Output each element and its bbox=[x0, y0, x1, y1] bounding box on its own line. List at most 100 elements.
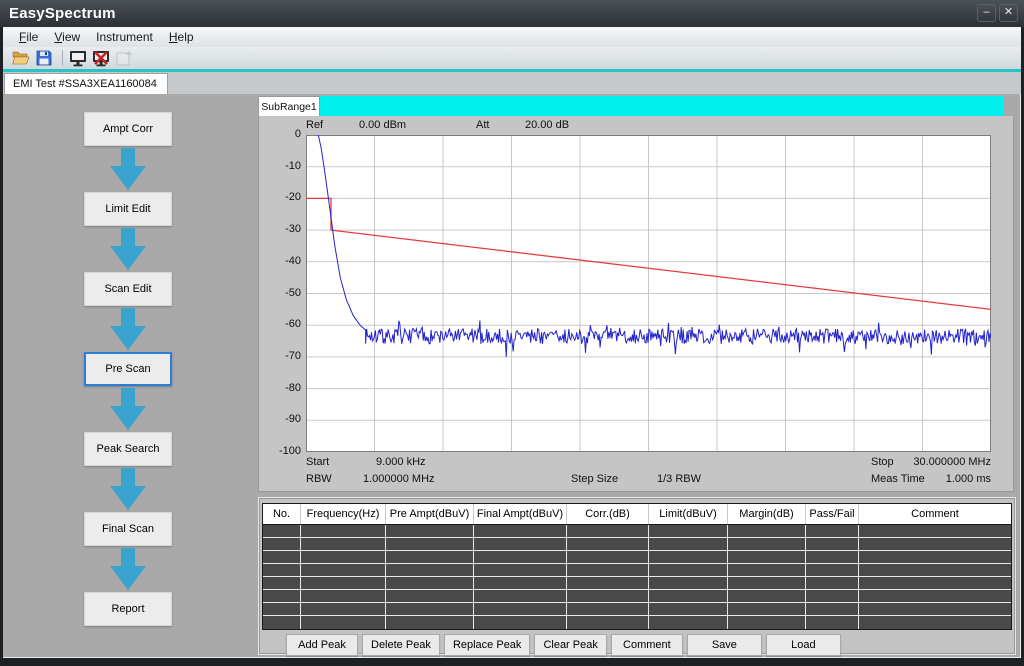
table-cell bbox=[474, 590, 567, 602]
delete-peak-button[interactable]: Delete Peak bbox=[362, 634, 440, 656]
y-tick-label: 0 bbox=[259, 128, 301, 140]
title-bar: EasySpectrum – ✕ bbox=[0, 0, 1024, 27]
table-cell bbox=[263, 603, 301, 615]
table-cell bbox=[649, 551, 728, 563]
column-header: Limit(dBuV) bbox=[649, 504, 728, 524]
connect-instrument-icon[interactable] bbox=[68, 49, 88, 68]
table-cell bbox=[567, 564, 649, 576]
table-cell bbox=[728, 577, 806, 589]
table-cell bbox=[728, 603, 806, 615]
step-button-peak-search[interactable]: Peak Search bbox=[84, 432, 172, 466]
table-cell bbox=[263, 551, 301, 563]
table-cell bbox=[859, 525, 1011, 537]
table-cell bbox=[567, 551, 649, 563]
table-cell bbox=[859, 603, 1011, 615]
workflow-sidebar: Ampt Corr Limit Edit Scan Edit Pre Scan Peak… bbox=[3, 94, 253, 658]
table-cell bbox=[806, 525, 859, 537]
tab-emi-test[interactable]: EMI Test #SSA3XEA1160084 bbox=[4, 73, 168, 94]
close-button[interactable]: ✕ bbox=[999, 4, 1018, 22]
table-row[interactable] bbox=[263, 525, 1011, 538]
down-arrow-icon bbox=[110, 306, 146, 352]
rbw-label: RBW bbox=[306, 473, 332, 485]
table-cell bbox=[859, 564, 1011, 576]
table-cell bbox=[474, 538, 567, 550]
down-arrow-icon bbox=[110, 226, 146, 272]
table-cell bbox=[567, 525, 649, 537]
replace-peak-button[interactable]: Replace Peak bbox=[444, 634, 531, 656]
start-value: 9.000 kHz bbox=[376, 456, 426, 468]
comment-button[interactable]: Comment bbox=[611, 634, 683, 656]
add-peak-button[interactable]: Add Peak bbox=[286, 634, 358, 656]
table-cell bbox=[806, 616, 859, 629]
table-row[interactable] bbox=[263, 603, 1011, 616]
meas-time-value: 1.000 ms bbox=[946, 473, 991, 485]
table-row[interactable] bbox=[263, 538, 1011, 551]
ref-value: 0.00 dBm bbox=[359, 119, 406, 131]
new-test-icon[interactable] bbox=[114, 49, 134, 68]
column-header: Final Ampt(dBuV) bbox=[474, 504, 567, 524]
menu-bar: File View Instrument Help bbox=[3, 27, 1021, 47]
app-window: EasySpectrum – ✕ File View Instrument He… bbox=[0, 0, 1024, 666]
table-cell bbox=[859, 590, 1011, 602]
step-button-scan-edit[interactable]: Scan Edit bbox=[84, 272, 172, 306]
table-row[interactable] bbox=[263, 564, 1011, 577]
column-header: No. bbox=[263, 504, 301, 524]
table-cell bbox=[728, 590, 806, 602]
spectrum-chart-panel: Ref 0.00 dBm Att 20.00 dB 0-10-20-30-40-… bbox=[258, 116, 1014, 492]
open-file-icon[interactable] bbox=[11, 49, 31, 68]
down-arrow-icon bbox=[110, 546, 146, 592]
att-label: Att bbox=[476, 119, 489, 131]
table-row[interactable] bbox=[263, 551, 1011, 564]
step-size-label: Step Size bbox=[571, 473, 618, 485]
table-cell bbox=[567, 577, 649, 589]
peak-button-bar: Add Peak Delete Peak Replace Peak Clear … bbox=[286, 634, 841, 656]
peak-table-header: No.Frequency(Hz)Pre Ampt(dBuV)Final Ampt… bbox=[263, 504, 1011, 525]
table-cell bbox=[474, 525, 567, 537]
save-button[interactable]: Save bbox=[687, 634, 762, 656]
table-cell bbox=[263, 538, 301, 550]
table-cell bbox=[649, 564, 728, 576]
table-cell bbox=[474, 551, 567, 563]
disconnect-instrument-icon[interactable] bbox=[91, 49, 111, 68]
table-cell bbox=[301, 577, 386, 589]
step-button-pre-scan[interactable]: Pre Scan bbox=[84, 352, 172, 386]
step-button-final-scan[interactable]: Final Scan bbox=[84, 512, 172, 546]
table-row[interactable] bbox=[263, 577, 1011, 590]
table-cell bbox=[567, 590, 649, 602]
menu-item-instrument[interactable]: Instrument bbox=[88, 28, 161, 46]
table-row[interactable] bbox=[263, 616, 1011, 629]
minimize-button[interactable]: – bbox=[977, 4, 996, 22]
y-tick-label: -20 bbox=[259, 191, 301, 203]
menu-item-view[interactable]: View bbox=[46, 28, 88, 46]
table-cell bbox=[806, 603, 859, 615]
save-icon[interactable] bbox=[34, 49, 54, 68]
load-button[interactable]: Load bbox=[766, 634, 841, 656]
column-header: Corr.(dB) bbox=[567, 504, 649, 524]
table-cell bbox=[301, 538, 386, 550]
ref-label: Ref bbox=[306, 119, 323, 131]
table-cell bbox=[567, 538, 649, 550]
table-row[interactable] bbox=[263, 590, 1011, 603]
table-cell bbox=[728, 551, 806, 563]
step-button-ampt-corr[interactable]: Ampt Corr bbox=[84, 112, 172, 146]
table-cell bbox=[301, 525, 386, 537]
step-button-limit-edit[interactable]: Limit Edit bbox=[84, 192, 172, 226]
table-cell bbox=[567, 603, 649, 615]
table-cell bbox=[386, 538, 474, 550]
table-cell bbox=[859, 538, 1011, 550]
clear-peak-button[interactable]: Clear Peak bbox=[534, 634, 606, 656]
table-cell bbox=[386, 616, 474, 629]
menu-item-help[interactable]: Help bbox=[161, 28, 202, 46]
table-cell bbox=[728, 538, 806, 550]
table-cell bbox=[649, 577, 728, 589]
table-cell bbox=[806, 564, 859, 576]
tab-subrange1[interactable]: SubRange1 bbox=[258, 96, 320, 116]
table-cell bbox=[859, 616, 1011, 629]
menu-item-file[interactable]: File bbox=[11, 28, 46, 46]
y-tick-label: -80 bbox=[259, 382, 301, 394]
step-button-report[interactable]: Report bbox=[84, 592, 172, 626]
content-area: SubRange1 Ref 0.00 dBm Att 20.00 dB 0-10… bbox=[253, 94, 1021, 658]
table-cell bbox=[474, 616, 567, 629]
table-cell bbox=[806, 538, 859, 550]
toolbar-separator bbox=[62, 50, 63, 66]
